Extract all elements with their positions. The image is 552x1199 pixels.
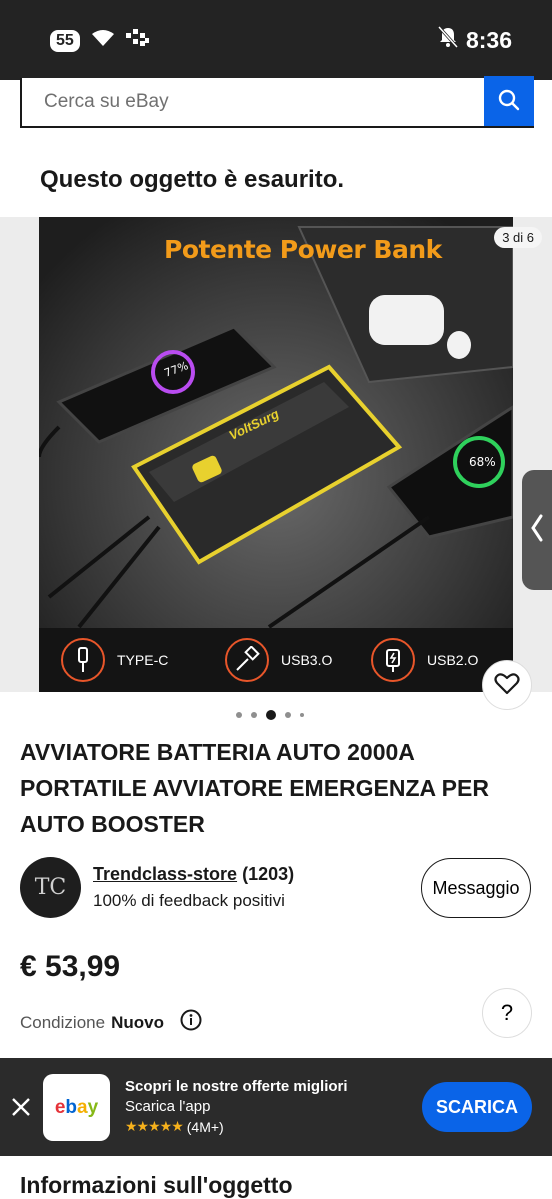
feature-usb2: USB2.O bbox=[371, 638, 478, 682]
ebay-logo-text: ebay bbox=[54, 1096, 99, 1118]
feature-label: USB2.O bbox=[427, 652, 479, 668]
banner-title: Scopri le nostre offerte migliori bbox=[125, 1078, 348, 1095]
banner-subtitle: Scarica l'app bbox=[125, 1098, 211, 1115]
condition-value: Nuovo bbox=[111, 1012, 164, 1032]
clock: 8:36 bbox=[465, 26, 512, 53]
product-title: AVVIATORE BATTERIA AUTO 2000A PORTATILE … bbox=[20, 739, 489, 837]
search-icon bbox=[497, 88, 521, 115]
watchlist-button[interactable] bbox=[482, 660, 532, 710]
banner-text: Scopri le nostre offerte migliori Scaric… bbox=[125, 1078, 348, 1135]
usb-cable-icon bbox=[225, 638, 269, 682]
pagination-dot bbox=[285, 712, 291, 718]
status-right: 8:36 bbox=[437, 25, 512, 54]
seller-details: Trendclass-store (1203) 100% di feedback… bbox=[93, 864, 294, 911]
download-app-button[interactable]: SCARICA bbox=[422, 1082, 532, 1132]
item-info-heading: Informazioni sull'oggetto bbox=[20, 1172, 293, 1198]
signal-icon bbox=[125, 29, 150, 52]
image-feature-strip: TYPE-C USB3.O USB2.O bbox=[39, 628, 513, 692]
app-download-banner: ebay Scopri le nostre offerte migliori S… bbox=[0, 1058, 552, 1156]
feature-type-c: TYPE-C bbox=[61, 638, 168, 682]
wifi-icon bbox=[90, 28, 116, 53]
help-button[interactable]: ? bbox=[482, 988, 532, 1038]
pagination-dot bbox=[251, 712, 257, 718]
seller-avatar[interactable]: TC bbox=[20, 857, 81, 918]
gallery-pagination bbox=[236, 710, 304, 720]
heart-icon bbox=[494, 672, 520, 699]
feature-usb3: USB3.O bbox=[225, 638, 332, 682]
price: € 53,99 bbox=[20, 950, 121, 983]
seller-info: TC Trendclass-store (1203) 100% di feedb… bbox=[20, 857, 294, 918]
rating-count: (4M+) bbox=[186, 1118, 224, 1135]
search-bar bbox=[20, 76, 534, 128]
pagination-dot bbox=[236, 712, 242, 718]
search-input[interactable] bbox=[22, 78, 484, 126]
feature-label: USB3.O bbox=[281, 652, 333, 668]
condition-label: Condizione bbox=[20, 1012, 106, 1032]
image-gallery[interactable]: Potente Power Bank 77% 68% VoltSurg TYPE… bbox=[0, 217, 552, 692]
seller-avatar-monogram: TC bbox=[34, 875, 67, 900]
seller-feedback-count: (1203) bbox=[242, 864, 295, 884]
close-icon[interactable] bbox=[10, 1096, 32, 1123]
star-rating-icon: ★★★★★ bbox=[125, 1118, 184, 1134]
search-button[interactable] bbox=[484, 76, 534, 126]
right-phone-percent: 68% bbox=[469, 455, 496, 469]
charging-plug-icon bbox=[371, 638, 415, 682]
battery-indicator: 55 bbox=[50, 29, 80, 52]
pagination-dot-active bbox=[266, 710, 276, 720]
image-headline: Potente Power Bank bbox=[164, 235, 442, 264]
seller-name-row: Trendclass-store (1203) bbox=[93, 864, 294, 885]
status-left: 55 bbox=[50, 28, 150, 53]
product-photo-illustration bbox=[39, 217, 513, 692]
pagination-dot bbox=[300, 713, 304, 717]
message-seller-button[interactable]: Messaggio bbox=[421, 858, 531, 918]
product-image[interactable]: Potente Power Bank 77% 68% VoltSurg TYPE… bbox=[39, 217, 513, 692]
image-counter: 3 di 6 bbox=[494, 227, 542, 248]
status-bar: 55 8:36 bbox=[0, 0, 552, 80]
info-icon[interactable] bbox=[180, 1009, 202, 1036]
ebay-logo: ebay bbox=[43, 1074, 110, 1141]
feature-label: TYPE-C bbox=[117, 652, 169, 668]
chevron-left-icon bbox=[530, 513, 544, 548]
seller-feedback: 100% di feedback positivi bbox=[93, 891, 285, 910]
condition: Condizione Nuovo bbox=[20, 1009, 202, 1036]
type-c-cable-icon bbox=[61, 638, 105, 682]
bell-muted-icon bbox=[437, 25, 459, 54]
seller-name-link[interactable]: Trendclass-store bbox=[93, 864, 237, 884]
out-of-stock-notice: Questo oggetto è esaurito. bbox=[40, 166, 345, 193]
banner-rating: ★★★★★ (4M+) bbox=[125, 1118, 348, 1135]
gallery-next-button[interactable] bbox=[522, 470, 552, 590]
